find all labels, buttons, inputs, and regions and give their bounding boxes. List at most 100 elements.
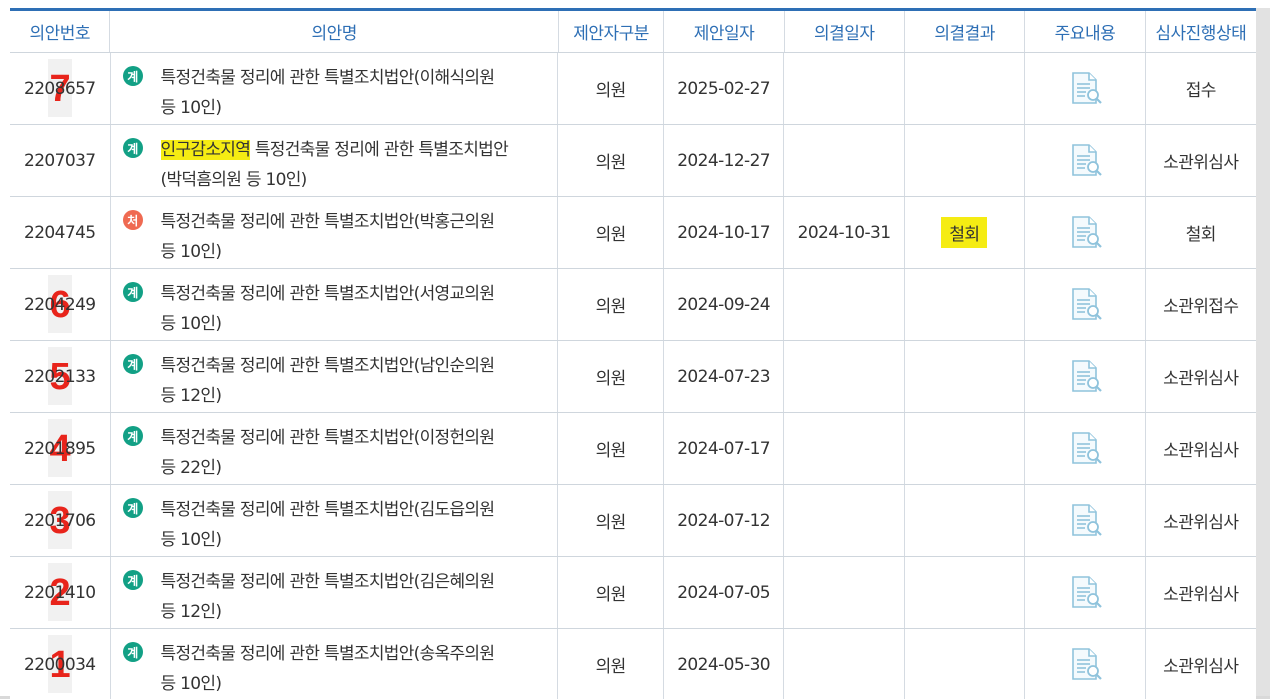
proposed-date: 2024-12-27 <box>664 125 785 196</box>
table-row[interactable]: 7 2208657 계 특정건축물 정리에 관한 특별조치법안(이해식의원 등 1… <box>10 53 1256 125</box>
document-search-icon[interactable] <box>1065 502 1105 540</box>
decision-date <box>784 557 905 628</box>
table-row[interactable]: 1 2200034 계 특정건축물 정리에 관한 특별조치법안(송옥주의원 등 1… <box>10 629 1256 699</box>
decision-result-cell <box>905 341 1026 412</box>
bill-number-cell: 4 2201895 <box>10 413 111 484</box>
bill-title-text-line2[interactable]: 등 10인) <box>161 98 222 118</box>
bill-title-link[interactable]: 특정건축물 정리에 관한 특별조치법안(서영교의원등 10인) <box>161 279 495 339</box>
proposed-date: 2024-07-17 <box>664 413 785 484</box>
bill-title-text[interactable]: 특정건축물 정리에 관한 특별조치법안(이정헌의원 <box>161 428 495 448</box>
decision-date <box>784 341 905 412</box>
scrollbar-track[interactable] <box>1256 8 1270 696</box>
bill-title-link[interactable]: 특정건축물 정리에 관한 특별조치법안(이정헌의원등 22인) <box>161 423 495 483</box>
bill-title-text-line2[interactable]: 등 10인) <box>161 674 222 694</box>
document-search-icon[interactable] <box>1065 646 1105 684</box>
table-row[interactable]: 6 2204249 계 특정건축물 정리에 관한 특별조치법안(서영교의원 등 1… <box>10 269 1256 341</box>
document-search-icon[interactable] <box>1065 142 1105 180</box>
column-header-proposed-date[interactable]: 제안일자 <box>664 11 785 52</box>
bill-title-text[interactable]: 특정건축물 정리에 관한 특별조치법안(이해식의원 <box>161 68 495 88</box>
bill-title-text[interactable]: 특정건축물 정리에 관한 특별조치법안 <box>250 140 509 160</box>
bill-title-link[interactable]: 특정건축물 정리에 관한 특별조치법안(김도읍의원등 10인) <box>161 495 495 555</box>
bill-title-text-line2[interactable]: 등 12인) <box>161 386 222 406</box>
summary-cell <box>1025 125 1146 196</box>
bill-title-text[interactable]: 특정건축물 정리에 관한 특별조치법안(송옥주의원 <box>161 644 495 664</box>
highlighted-keyword: 인구감소지역 <box>160 140 251 160</box>
proposed-date: 2024-07-12 <box>664 485 785 556</box>
document-search-icon[interactable] <box>1065 214 1105 252</box>
document-search-icon[interactable] <box>1065 70 1105 108</box>
bill-title-link[interactable]: 특정건축물 정리에 관한 특별조치법안(남인순의원등 12인) <box>161 351 495 411</box>
bill-title-text-line2[interactable]: 등 12인) <box>161 602 222 622</box>
review-status: 소관위심사 <box>1163 441 1239 461</box>
bill-title-text[interactable]: 특정건축물 정리에 관한 특별조치법안(김도읍의원 <box>161 500 495 520</box>
bill-number-cell: 3 2201706 <box>10 485 111 556</box>
bill-state-badge: 계 <box>122 426 143 446</box>
bill-title-text[interactable]: 특정건축물 정리에 관한 특별조치법안(박홍근의원 <box>161 212 495 232</box>
column-header-bill-no[interactable]: 의안번호 <box>10 11 111 52</box>
table-row[interactable]: 3 2201706 계 특정건축물 정리에 관한 특별조치법안(김도읍의원 등 1… <box>10 485 1256 557</box>
left-margin <box>0 8 10 696</box>
bill-title-text[interactable]: 특정건축물 정리에 관한 특별조치법안(남인순의원 <box>161 356 495 376</box>
bill-title-cell: 처 특정건축물 정리에 관한 특별조치법안(박홍근의원 등 10인) <box>111 197 559 268</box>
bill-title-link[interactable]: 특정건축물 정리에 관한 특별조치법안(박홍근의원등 10인) <box>161 207 495 267</box>
proposer-type: 의원 <box>558 557 664 628</box>
column-header-summary[interactable]: 주요내용 <box>1025 11 1146 52</box>
proposer-type: 의원 <box>558 197 664 268</box>
decision-date <box>784 125 905 196</box>
decision-result-cell <box>905 53 1026 124</box>
column-header-proposer-type[interactable]: 제안자구분 <box>559 11 665 52</box>
review-status: 소관위심사 <box>1163 657 1239 677</box>
document-search-icon[interactable] <box>1065 358 1105 396</box>
decision-date <box>784 485 905 556</box>
bill-title-link[interactable]: 인구감소지역 특정건축물 정리에 관한 특별조치법안 (박덕흠의원 등 10인) <box>160 135 509 195</box>
bill-title-cell: 계 특정건축물 정리에 관한 특별조치법안(서영교의원 등 10인) <box>111 269 559 340</box>
document-search-icon[interactable] <box>1065 574 1105 612</box>
summary-cell <box>1025 53 1146 124</box>
proposed-date: 2024-10-17 <box>664 197 785 268</box>
summary-cell <box>1025 197 1146 268</box>
column-header-review-status[interactable]: 심사진행상태 <box>1146 11 1256 52</box>
proposer-type: 의원 <box>558 125 664 196</box>
bill-title-link[interactable]: 특정건축물 정리에 관한 특별조치법안(송옥주의원등 10인) <box>161 639 495 699</box>
bill-number-cell: 1 2200034 <box>10 629 111 699</box>
bill-title-text[interactable]: 특정건축물 정리에 관한 특별조치법안(김은혜의원 <box>161 572 495 592</box>
bill-title-text[interactable]: 특정건축물 정리에 관한 특별조치법안(서영교의원 <box>161 284 495 304</box>
decision-date <box>784 413 905 484</box>
table-row[interactable]: 2 2201410 계 특정건축물 정리에 관한 특별조치법안(김은혜의원등 1… <box>10 557 1256 629</box>
bill-title-cell: 계 특정건축물 정리에 관한 특별조치법안(송옥주의원 등 10인) <box>111 629 559 699</box>
table-row[interactable]: 2204745 처 특정건축물 정리에 관한 특별조치법안(박홍근의원 등 10인… <box>10 197 1256 269</box>
table-body: 7 2208657 계 특정건축물 정리에 관한 특별조치법안(이해식의원 등 1… <box>10 53 1256 699</box>
bill-title-cell: 계 특정건축물 정리에 관한 특별조치법안(이해식의원등 10인) <box>111 53 559 124</box>
bill-title-text-line2[interactable]: 등 10인) <box>161 242 222 262</box>
table-row[interactable]: 5 2202133 계 특정건축물 정리에 관한 특별조치법안(남인순의원등 1… <box>10 341 1256 413</box>
bill-state-badge: 계 <box>122 570 143 590</box>
table-row[interactable]: 2207037 계 인구감소지역 특정건축물 정리에 관한 특별조치법안 (박덕흠… <box>10 125 1256 197</box>
decision-date: 2024-10-31 <box>784 197 905 268</box>
column-header-decision-result[interactable]: 의결결과 <box>905 11 1026 52</box>
bill-title-text-line2[interactable]: (박덕흠의원 등 10인) <box>161 170 308 190</box>
bill-title-text-line2[interactable]: 등 10인) <box>161 314 222 334</box>
bill-state-badge: 계 <box>122 138 143 158</box>
proposed-date: 2024-09-24 <box>664 269 785 340</box>
bill-title-cell: 계 특정건축물 정리에 관한 특별조치법안(남인순의원등 12인) <box>111 341 559 412</box>
bill-state-badge: 계 <box>122 66 143 86</box>
column-header-decision-date[interactable]: 의결일자 <box>785 11 905 52</box>
bill-number-cell: 5 2202133 <box>10 341 111 412</box>
summary-cell <box>1025 269 1146 340</box>
bill-number: 2208657 <box>24 78 96 99</box>
bill-state-badge: 계 <box>122 354 143 374</box>
bill-title-link[interactable]: 특정건축물 정리에 관한 특별조치법안(김은혜의원등 12인) <box>161 567 495 627</box>
table-row[interactable]: 4 2201895 계 특정건축물 정리에 관한 특별조치법안(이정헌의원등 2… <box>10 413 1256 485</box>
bill-number-cell: 2 2201410 <box>10 557 111 628</box>
review-status: 소관위접수 <box>1163 297 1239 317</box>
bill-list-table: 의안번호 의안명 제안자구분 제안일자 의결일자 의결결과 주요내용 심사진행상… <box>10 8 1256 699</box>
column-header-bill-title[interactable]: 의안명 <box>110 11 559 52</box>
bill-title-text-line2[interactable]: 등 10인) <box>161 530 222 550</box>
decision-result-value: 철회 <box>941 217 988 248</box>
bill-title-cell: 계 특정건축물 정리에 관한 특별조치법안(김은혜의원등 12인) <box>111 557 559 628</box>
top-margin <box>0 0 1270 8</box>
bill-title-text-line2[interactable]: 등 22인) <box>161 458 222 478</box>
bill-title-link[interactable]: 특정건축물 정리에 관한 특별조치법안(이해식의원등 10인) <box>161 63 495 123</box>
document-search-icon[interactable] <box>1065 430 1105 468</box>
document-search-icon[interactable] <box>1065 286 1105 324</box>
